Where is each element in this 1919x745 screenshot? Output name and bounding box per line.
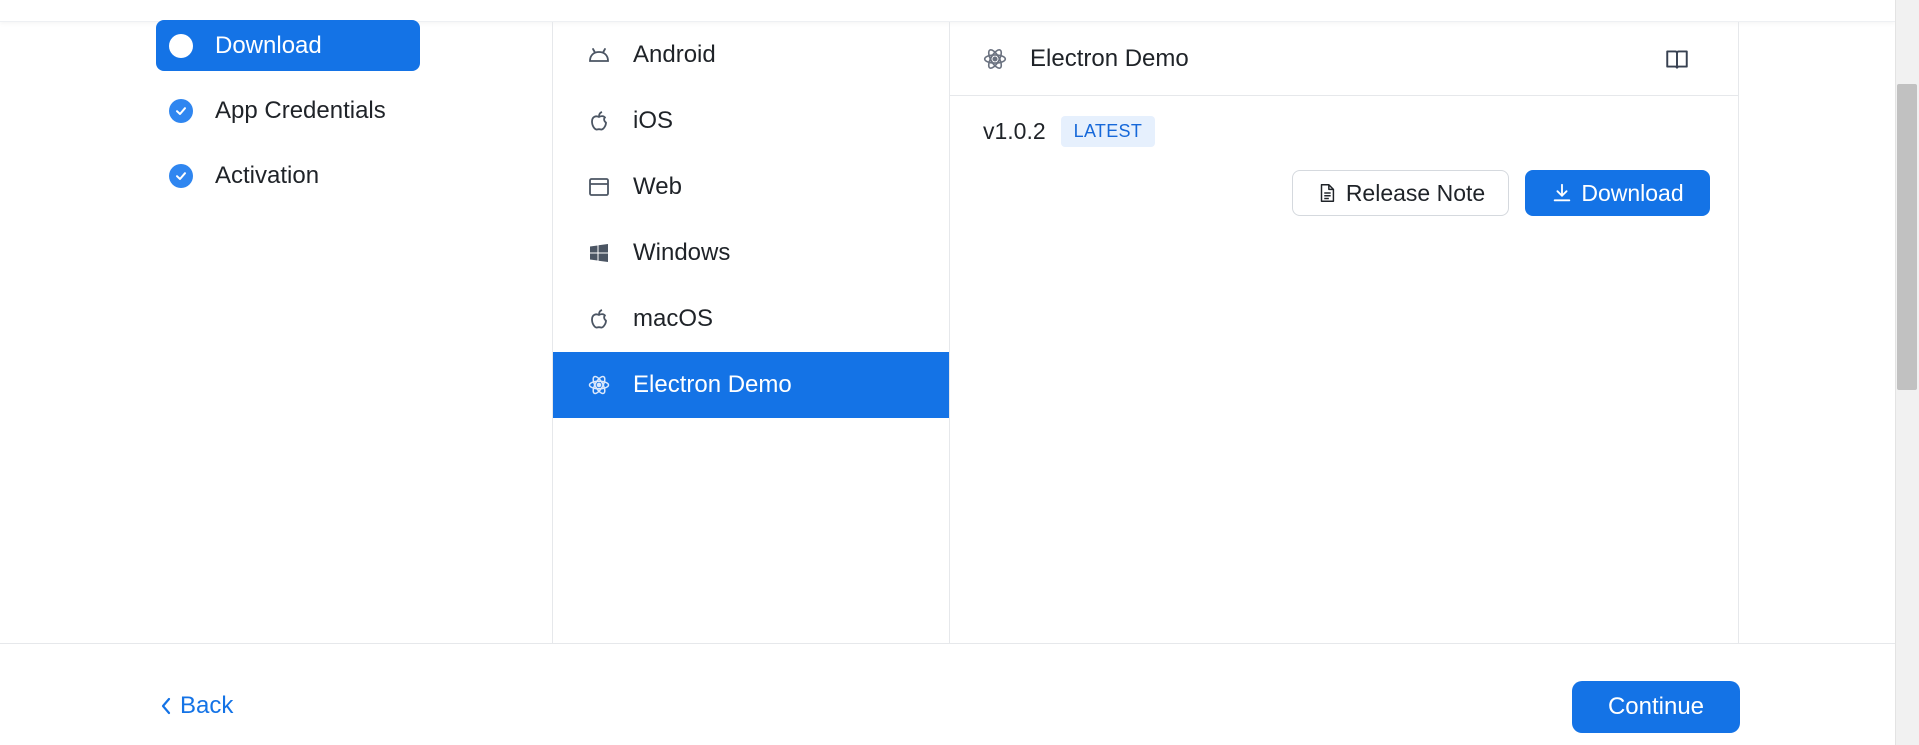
android-icon [587, 43, 611, 67]
checkmark-icon [169, 98, 193, 123]
latest-badge: LATEST [1060, 116, 1156, 147]
open-book-icon[interactable] [1664, 46, 1690, 72]
platform-item-windows[interactable]: Windows [553, 220, 949, 286]
electron-icon [982, 46, 1008, 72]
electron-icon [587, 373, 611, 397]
platform-item-web[interactable]: Web [553, 154, 949, 220]
apple-icon [587, 109, 611, 133]
platform-label: Windows [633, 239, 731, 266]
browser-window-icon [587, 175, 611, 199]
platform-item-ios[interactable]: iOS [553, 88, 949, 154]
platform-label: iOS [633, 107, 674, 134]
windows-icon [587, 241, 611, 265]
apple-icon [587, 307, 611, 331]
current-step-dot-icon [169, 33, 193, 58]
back-label: Back [180, 692, 234, 719]
checkmark-icon [169, 163, 193, 188]
detail-header: Electron Demo [950, 22, 1738, 96]
document-icon [1320, 184, 1334, 202]
version-row: v1.0.2 LATEST [950, 116, 1738, 147]
step-label: Activation [215, 161, 320, 189]
continue-label: Continue [1607, 693, 1705, 720]
platform-detail-panel: Electron Demo v1.0.2 LATEST Release Note… [950, 22, 1739, 644]
download-icon [1554, 183, 1571, 202]
detail-title: Electron Demo [1030, 44, 1189, 72]
step-label: App Credentials [215, 96, 386, 124]
step-activation[interactable]: Activation [156, 150, 420, 201]
version-number: v1.0.2 [983, 118, 1046, 144]
chevron-left-icon [161, 697, 171, 715]
download-label: Download [1581, 179, 1684, 206]
platform-list: Android iOS Web Windows macOS Electron D… [552, 22, 950, 644]
top-bar [0, 0, 1895, 22]
step-download[interactable]: Download [156, 20, 420, 71]
footer-bar: Back Continue [0, 643, 1895, 745]
step-label: Download [215, 31, 322, 59]
release-note-button[interactable]: Release Note [1292, 170, 1509, 216]
platform-item-electron-demo[interactable]: Electron Demo [553, 352, 949, 418]
platform-item-android[interactable]: Android [553, 22, 949, 88]
platform-item-macos[interactable]: macOS [553, 286, 949, 352]
platform-label: Web [633, 173, 682, 200]
setup-steps: Download App Credentials Activation [156, 20, 420, 215]
scrollbar-thumb[interactable] [1897, 84, 1917, 390]
release-note-label: Release Note [1345, 179, 1486, 206]
platform-label: Electron Demo [633, 371, 792, 398]
platform-label: Android [633, 41, 716, 68]
detail-actions: Release Note Download [1292, 170, 1710, 216]
download-button[interactable]: Download [1525, 170, 1710, 216]
step-app-credentials[interactable]: App Credentials [156, 85, 420, 136]
platform-label: macOS [633, 305, 714, 332]
back-link[interactable]: Back [159, 692, 233, 720]
continue-button[interactable]: Continue [1572, 681, 1740, 733]
